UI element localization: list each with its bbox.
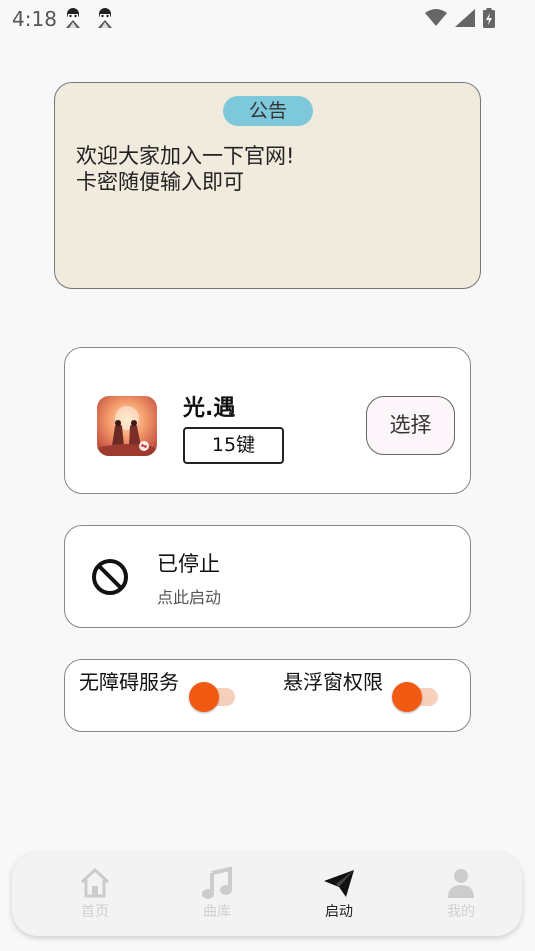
accessibility-toggle[interactable] — [189, 681, 237, 713]
nav-label-profile: 我的 — [447, 904, 475, 920]
status-bar: 4:18 — [0, 0, 535, 38]
notice-card: 公告 欢迎大家加入一下官网! 卡密随便输入即可 — [54, 82, 481, 289]
game-card: 光.遇 15键 选择 — [64, 347, 471, 494]
music-note-icon — [202, 866, 232, 899]
nav-item-profile[interactable]: 我的 — [426, 866, 496, 921]
permissions-card: 无障碍服务 悬浮窗权限 — [64, 659, 471, 732]
select-game-button[interactable]: 选择 — [366, 396, 455, 455]
game-title: 光.遇 — [183, 396, 236, 421]
nav-label-music-library: 曲库 — [203, 904, 231, 920]
game-app-icon — [97, 396, 157, 456]
notice-badge: 公告 — [223, 96, 313, 126]
bottom-nav: 首页 曲库 启动 我的 — [12, 852, 522, 936]
nav-label-launch: 启动 — [325, 904, 353, 920]
service-status-card[interactable]: 已停止 点此启动 — [64, 525, 471, 628]
overlay-permission-label: 悬浮窗权限 — [283, 670, 383, 694]
anime-avatar-icon — [66, 8, 80, 28]
notice-text: 欢迎大家加入一下官网! 卡密随便输入即可 — [76, 144, 295, 194]
nav-item-home[interactable]: 首页 — [60, 866, 130, 921]
person-icon — [448, 869, 474, 898]
nav-item-music-library[interactable]: 曲库 — [182, 866, 252, 921]
wifi-icon — [425, 9, 447, 26]
toggle-thumb — [392, 682, 422, 712]
battery-charging-icon — [483, 8, 495, 28]
service-status-subtitle: 点此启动 — [157, 588, 222, 607]
toggle-thumb — [189, 682, 219, 712]
key-mode-tag: 15键 — [183, 427, 284, 464]
paper-plane-icon — [324, 870, 354, 897]
prohibited-icon — [92, 559, 128, 595]
nav-item-launch[interactable]: 启动 — [304, 866, 374, 921]
anime-avatar-icon — [98, 8, 112, 28]
status-time: 4:18 — [12, 7, 57, 31]
signal-icon — [455, 9, 475, 27]
nav-label-home: 首页 — [81, 904, 109, 920]
accessibility-label: 无障碍服务 — [79, 670, 179, 694]
service-status-title: 已停止 — [157, 552, 220, 576]
home-icon — [80, 868, 110, 898]
overlay-permission-toggle[interactable] — [392, 681, 440, 713]
